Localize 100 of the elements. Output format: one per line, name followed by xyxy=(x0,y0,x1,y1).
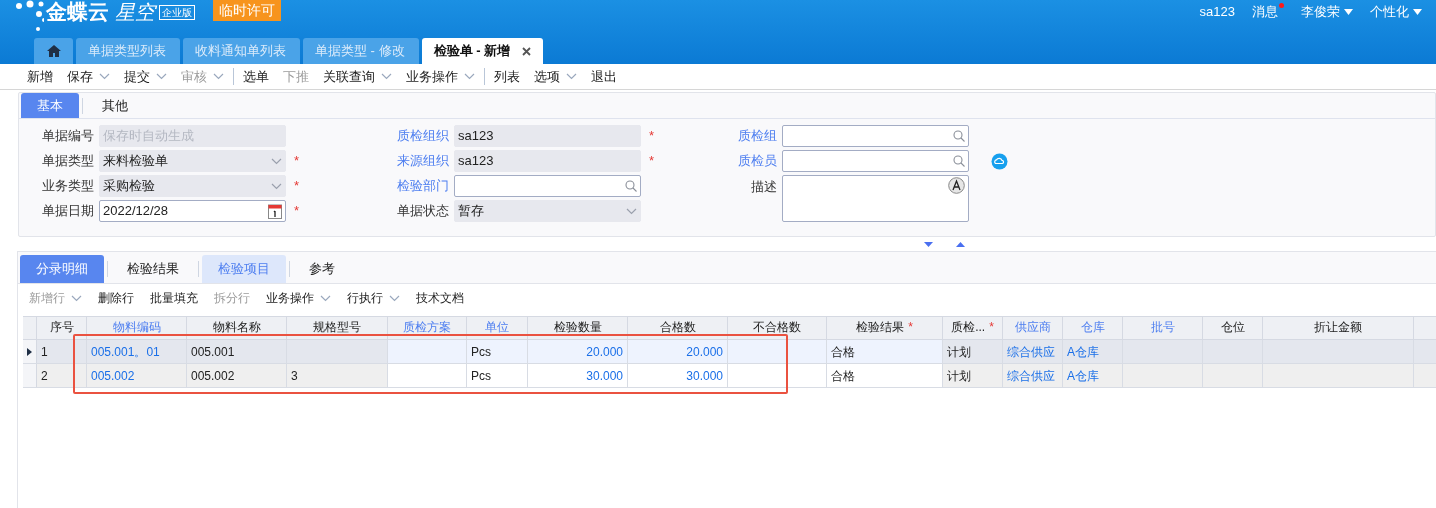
grid-cell[interactable]: 综合供应 xyxy=(1003,364,1063,387)
header-menu-item[interactable]: sa123 xyxy=(1199,2,1235,22)
select-field[interactable]: 采购检验 xyxy=(99,175,286,197)
grid-cell[interactable]: 2 xyxy=(37,364,87,387)
page-tab[interactable]: 检验单 - 新增 xyxy=(421,38,544,64)
toolbar-button[interactable]: 关联查询 xyxy=(316,66,399,87)
entry-tab[interactable]: 检验结果 xyxy=(111,254,195,283)
caret-down-icon xyxy=(1413,8,1422,15)
grid-cell[interactable] xyxy=(287,340,388,363)
field-label[interactable]: 来源组织 xyxy=(361,151,454,171)
grid-cell[interactable] xyxy=(728,340,827,363)
row-indicator[interactable] xyxy=(23,340,37,363)
search-icon[interactable] xyxy=(625,180,637,192)
header-menu-item[interactable]: 消息 xyxy=(1252,2,1278,22)
grid-cell[interactable]: 3 xyxy=(287,364,388,387)
grid-cell[interactable]: A仓库 xyxy=(1063,340,1123,363)
grid-cell[interactable]: A仓库 xyxy=(1063,364,1123,387)
grid-cell[interactable] xyxy=(1123,364,1203,387)
collapse-up-icon[interactable] xyxy=(956,241,965,247)
column-header[interactable]: 物料名称 xyxy=(187,317,287,339)
input-field[interactable] xyxy=(782,150,969,172)
grid-cell[interactable] xyxy=(1263,364,1414,387)
toolbar-button[interactable]: 选单 xyxy=(236,66,276,87)
column-header[interactable]: 检验结果 * xyxy=(827,317,943,339)
field-label[interactable]: 质检组织 xyxy=(361,126,454,146)
column-header[interactable]: 质检... * xyxy=(943,317,1003,339)
grid-cell[interactable] xyxy=(1123,340,1203,363)
input-field[interactable] xyxy=(782,125,969,147)
column-header[interactable]: 供应商 xyxy=(1003,317,1063,339)
calendar-icon[interactable] xyxy=(268,203,282,219)
text-format-icon[interactable] xyxy=(948,177,965,194)
grid-cell[interactable]: 005.001 xyxy=(187,340,287,363)
grid-cell[interactable]: 005.002 xyxy=(87,364,187,387)
input-field[interactable]: sa123 xyxy=(454,125,641,147)
column-header[interactable]: 物料编码 xyxy=(87,317,187,339)
column-header[interactable]: 仓库 xyxy=(1063,317,1123,339)
close-icon[interactable] xyxy=(522,46,532,56)
table-row[interactable]: 2 005.002 005.002 3 Pcs 30.000 30.000 合格 计划 综合供应 A仓库 xyxy=(23,364,1436,388)
grid-cell[interactable]: 综合供应 xyxy=(1003,340,1063,363)
column-header[interactable]: 仓位 xyxy=(1203,317,1263,339)
select-field[interactable]: 来料检验单 xyxy=(99,150,286,172)
search-icon[interactable] xyxy=(953,155,965,167)
toolbar-button[interactable]: 批量填充 xyxy=(142,289,206,307)
column-header[interactable]: 不合格数 xyxy=(728,317,827,339)
toolbar-button[interactable]: 行执行 xyxy=(339,289,408,307)
grid-cell[interactable]: 1 xyxy=(37,340,87,363)
table-cell-text: 005.001 xyxy=(191,343,235,361)
input-field[interactable] xyxy=(454,175,641,197)
table-cell-text: 005.002 xyxy=(91,367,135,385)
toolbar-button[interactable]: 技术文档 xyxy=(408,289,472,307)
home-tab[interactable] xyxy=(34,38,73,64)
column-header[interactable]: 单位 xyxy=(467,317,528,339)
grid-cell[interactable]: 20.000 xyxy=(528,340,628,363)
grid-cell[interactable] xyxy=(388,340,467,363)
input-field[interactable]: 2022/12/28 xyxy=(99,200,286,222)
toolbar-button[interactable]: 列表 xyxy=(487,66,527,87)
expand-down-icon[interactable] xyxy=(924,241,933,247)
column-header[interactable]: 批号 xyxy=(1123,317,1203,339)
grid-cell[interactable]: Pcs xyxy=(467,340,528,363)
table-row[interactable]: 1 005.001。01 005.001 Pcs 20.000 20.000 合格 计划 综合供应 A仓库 xyxy=(23,340,1436,364)
column-header[interactable]: 序号 xyxy=(37,317,87,339)
table-cell-text: 计划 xyxy=(947,367,971,385)
grid-cell[interactable]: 计划 xyxy=(943,340,1003,363)
filler-cell xyxy=(1414,364,1436,387)
header-menu-item[interactable]: 个性化 xyxy=(1370,2,1422,22)
column-header[interactable]: 检验数量 xyxy=(528,317,628,339)
field-label: 单据类型 xyxy=(41,152,95,171)
toolbar-button[interactable]: 退出 xyxy=(584,66,624,87)
grid-cell[interactable]: 计划 xyxy=(943,364,1003,387)
form-tab[interactable]: 其他 xyxy=(86,93,144,118)
grid-cell[interactable]: 005.001。01 xyxy=(87,340,187,363)
grid-cell[interactable]: 005.002 xyxy=(187,364,287,387)
field-label[interactable]: 检验部门 xyxy=(361,176,454,196)
grid-cell[interactable] xyxy=(1263,340,1414,363)
grid-cell[interactable]: 20.000 xyxy=(628,340,728,363)
toolbar-button[interactable]: 业务操作 xyxy=(399,66,482,87)
search-icon[interactable] xyxy=(953,130,965,142)
select-field[interactable]: 暂存 xyxy=(454,200,641,222)
toolbar-button[interactable]: 删除行 xyxy=(90,289,142,307)
field-label[interactable]: 质检组 xyxy=(691,126,782,146)
column-header[interactable]: 合格数 xyxy=(628,317,728,339)
grid-cell[interactable]: 合格 xyxy=(827,340,943,363)
toolbar-button[interactable]: 保存 xyxy=(60,66,117,87)
column-header[interactable]: 质检方案 xyxy=(388,317,467,339)
entry-tab[interactable]: 参考 xyxy=(293,254,351,283)
header-menu-item[interactable]: 李俊荣 xyxy=(1301,2,1353,22)
table-cell-text: 005.001。01 xyxy=(91,343,160,361)
grid-cell[interactable] xyxy=(1203,364,1263,387)
grid-cell[interactable] xyxy=(1203,340,1263,363)
cloud-sync-icon[interactable] xyxy=(991,152,1008,170)
field-label[interactable]: 质检员 xyxy=(691,151,782,171)
required-mark: * xyxy=(294,153,300,169)
column-header[interactable]: 规格型号 xyxy=(287,317,388,339)
toolbar-button[interactable]: 选项 xyxy=(527,66,584,87)
toolbar-button[interactable]: 业务操作 xyxy=(258,289,339,307)
column-header[interactable]: 折让金额 xyxy=(1263,317,1414,339)
input-field[interactable]: sa123 xyxy=(454,150,641,172)
chevron-down-icon xyxy=(626,207,637,215)
toolbar-button[interactable]: 新增 xyxy=(20,66,60,87)
toolbar-button[interactable]: 提交 xyxy=(117,66,174,87)
